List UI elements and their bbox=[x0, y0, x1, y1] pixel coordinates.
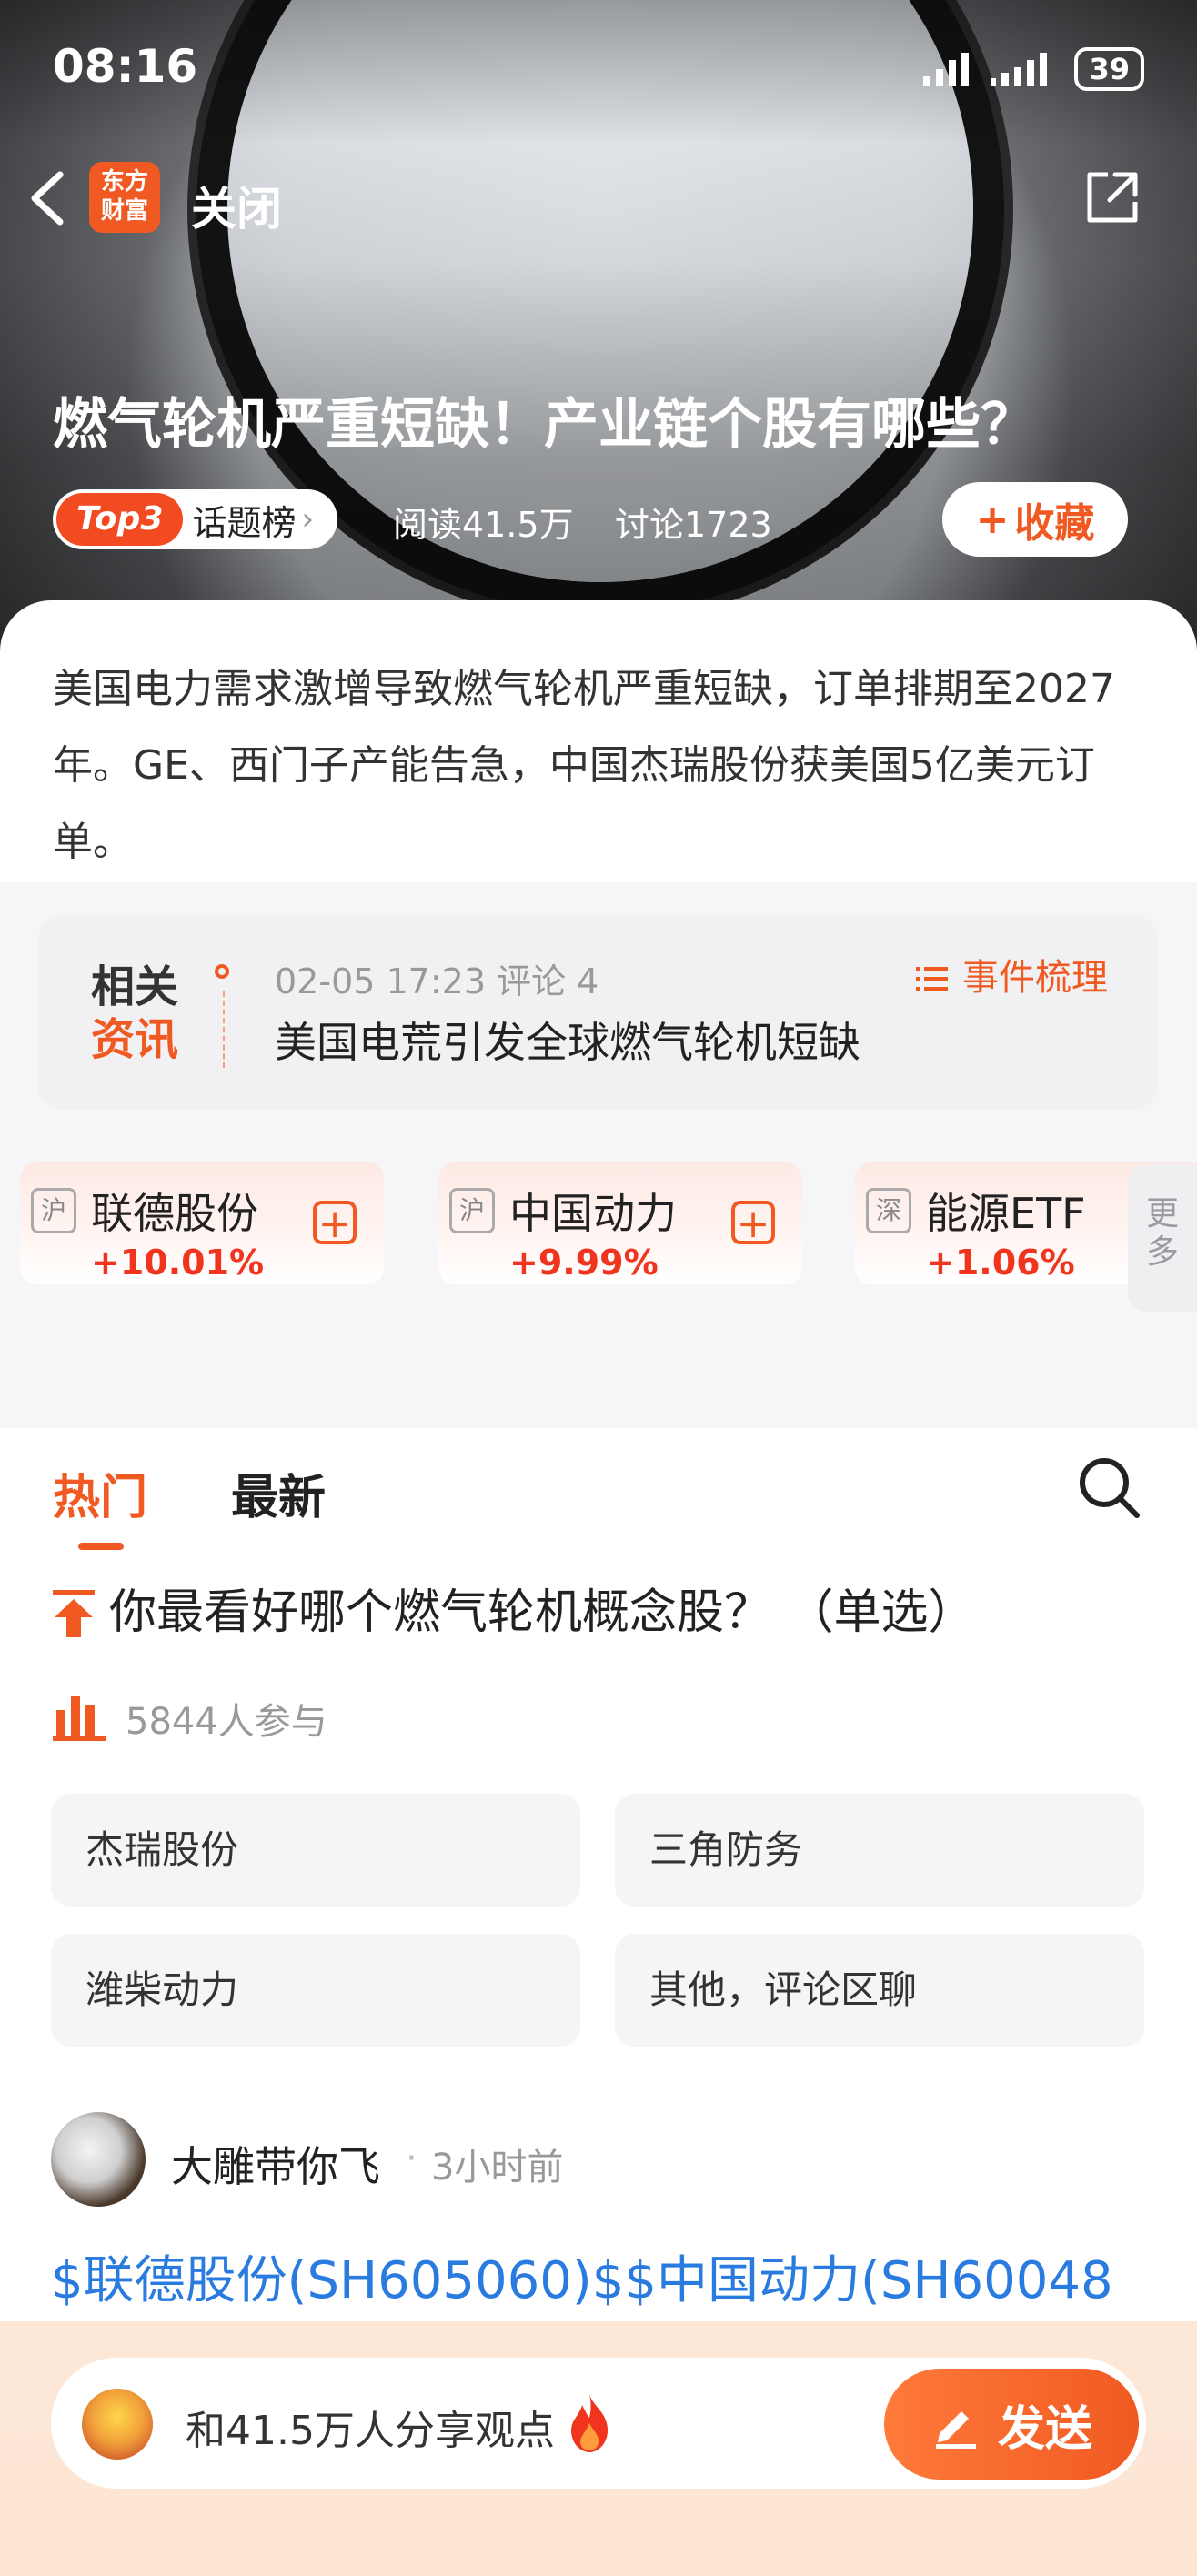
fire-icon bbox=[571, 2394, 608, 2452]
post-author[interactable]: 大雕带你飞 bbox=[171, 2134, 380, 2194]
share-icon[interactable] bbox=[1081, 166, 1144, 229]
favorite-button[interactable]: + 收藏 bbox=[942, 482, 1128, 557]
more-label-2: 多 bbox=[1145, 1233, 1179, 1271]
more-stocks-button[interactable]: 更 多 bbox=[1128, 1164, 1197, 1312]
favorite-label: 收藏 bbox=[1014, 500, 1095, 547]
logo-line-2: 财富 bbox=[100, 197, 148, 225]
list-icon bbox=[916, 967, 949, 991]
pencil-icon bbox=[935, 2411, 976, 2449]
event-timeline-button[interactable]: 事件梳理 bbox=[914, 948, 1108, 1001]
add-watchlist-icon[interactable]: + bbox=[313, 1201, 357, 1244]
timeline-line bbox=[223, 991, 225, 1068]
stock-name: 能源ETF bbox=[926, 1189, 1086, 1238]
add-watchlist-icon[interactable]: + bbox=[731, 1201, 775, 1244]
topic-summary: 美国电力需求激增导致燃气轮机严重短缺，订单排期至2027年。GE、西门子产能告急… bbox=[53, 666, 1115, 865]
event-timeline-label: 事件梳理 bbox=[962, 957, 1108, 999]
poll-option[interactable]: 杰瑞股份 bbox=[51, 1794, 580, 1907]
market-badge: 沪 bbox=[31, 1188, 76, 1233]
poll-option[interactable]: 三角防务 bbox=[615, 1794, 1144, 1907]
tab-latest[interactable]: 最新 bbox=[231, 1459, 326, 1527]
status-time: 08:16 bbox=[53, 40, 198, 93]
logo-line-1: 东方 bbox=[100, 168, 148, 196]
market-badge: 深 bbox=[866, 1188, 911, 1233]
post-time: 3小时前 bbox=[431, 2147, 564, 2189]
topic-rank-badge[interactable]: Top3 话题榜 › bbox=[53, 489, 338, 549]
poll-option[interactable]: 其他，评论区聊 bbox=[615, 1934, 1144, 2047]
signal-icon-2 bbox=[991, 53, 1048, 86]
stock-change: +1.06% bbox=[926, 1243, 1075, 1283]
post-content[interactable]: $联德股份(SH605060)$$中国动力(SH60048 bbox=[51, 2239, 1170, 2313]
timeline-dot-icon bbox=[215, 964, 229, 979]
header-shade bbox=[0, 0, 1197, 655]
stock-card[interactable]: 沪 联德股份 +10.01% + bbox=[20, 1162, 384, 1284]
news-headline[interactable]: 美国电荒引发全球燃气轮机短缺 bbox=[275, 1010, 860, 1070]
news-tag-line-2: 资讯 bbox=[91, 1014, 179, 1065]
close-button[interactable]: 关闭 bbox=[191, 173, 282, 238]
stock-change: +10.01% bbox=[91, 1243, 265, 1283]
top3-badge: Top3 bbox=[56, 493, 184, 546]
signal-icon bbox=[923, 53, 970, 86]
send-button[interactable]: 发送 bbox=[884, 2369, 1139, 2480]
back-arrow-icon[interactable] bbox=[20, 162, 75, 235]
active-tab-indicator bbox=[78, 1543, 124, 1550]
related-news-tag: 相关 资讯 bbox=[91, 961, 178, 1066]
stock-name: 中国动力 bbox=[509, 1189, 677, 1238]
avatar[interactable] bbox=[51, 2112, 146, 2207]
stock-change: +9.99% bbox=[509, 1243, 659, 1283]
comment-placeholder: 和41.5万人分享观点 bbox=[186, 2408, 555, 2454]
search-icon[interactable] bbox=[1073, 1452, 1146, 1524]
app-logo: 东方 财富 bbox=[89, 162, 160, 233]
market-badge: 沪 bbox=[449, 1188, 495, 1233]
send-label: 发送 bbox=[997, 2401, 1092, 2457]
pin-top-icon bbox=[53, 1590, 95, 1637]
stock-name: 联德股份 bbox=[91, 1189, 258, 1238]
chevron-right-icon: › bbox=[301, 501, 315, 538]
more-label-1: 更 bbox=[1145, 1195, 1179, 1233]
status-icons: 39 bbox=[921, 47, 1144, 91]
plus-icon: + bbox=[975, 496, 1010, 543]
mascot-icon bbox=[82, 2389, 153, 2460]
topic-title: 燃气轮机严重短缺！产业链个股有哪些？ bbox=[53, 393, 1035, 457]
poll-participants: 5844人参与 bbox=[126, 1701, 327, 1743]
meta-separator: · bbox=[406, 2138, 417, 2179]
poll-title: 你最看好哪个燃气轮机概念股？ （单选） bbox=[109, 1585, 976, 1640]
discussion-count: 讨论1723 bbox=[615, 505, 772, 545]
read-count: 阅读41.5万 bbox=[393, 505, 574, 545]
bar-chart-icon bbox=[53, 1696, 106, 1741]
stock-card[interactable]: 沪 中国动力 +9.99% + bbox=[438, 1162, 802, 1284]
battery-icon: 39 bbox=[1074, 47, 1144, 91]
news-meta: 02-05 17:23 评论 4 bbox=[275, 961, 599, 1001]
poll-option[interactable]: 潍柴动力 bbox=[51, 1934, 580, 2047]
tab-hot[interactable]: 热门 bbox=[53, 1459, 147, 1527]
topic-rank-label: 话题榜 bbox=[192, 502, 297, 543]
news-tag-line-1: 相关 bbox=[91, 961, 179, 1012]
